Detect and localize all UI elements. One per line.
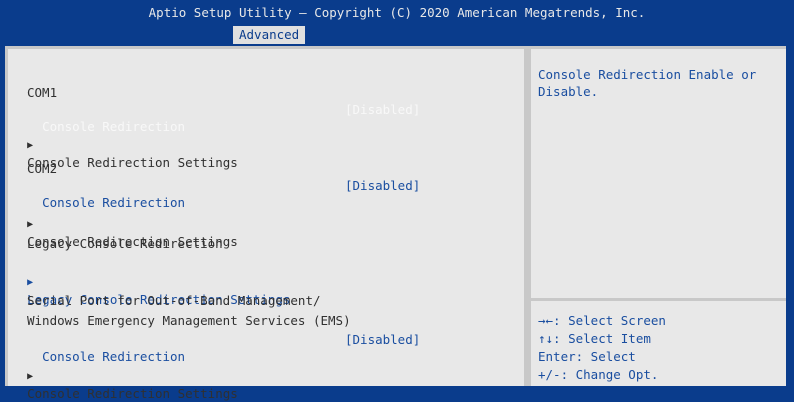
- header-bar: Aptio Setup Utility – Copyright (C) 2020…: [0, 0, 794, 46]
- com2-console-redirection-value[interactable]: [Disabled]: [345, 177, 420, 194]
- submenu-arrow-icon: ▶: [27, 140, 34, 151]
- key-hint-select-screen: →←: Select Screen: [538, 313, 666, 328]
- com2-heading: COM2: [27, 161, 58, 176]
- submenu-arrow-icon: ▶: [27, 277, 34, 288]
- com1-console-redirection-value[interactable]: [Disabled]: [345, 101, 420, 118]
- com1-heading: COM1: [27, 85, 58, 100]
- com1-settings-label: Console Redirection Settings: [27, 155, 238, 170]
- key-hint-enter: Enter: Select: [538, 349, 636, 364]
- submenu-arrow-icon: ▶: [27, 371, 34, 382]
- tab-advanced[interactable]: Advanced: [233, 26, 306, 44]
- legacy-heading: Legacy Console Redirection: [27, 236, 223, 251]
- key-hint-select-item: ↑↓: Select Item: [538, 331, 651, 346]
- com2-settings-submenu[interactable]: ▶ Console Redirection Settings: [12, 197, 238, 249]
- com1-console-redirection-item[interactable]: Console Redirection [Disabled]: [27, 101, 467, 134]
- app-title: Aptio Setup Utility – Copyright (C) 2020…: [148, 5, 646, 20]
- legacy-settings-submenu[interactable]: ▶ Legacy Console Redirection Settings: [12, 255, 290, 307]
- ems-console-redirection-value[interactable]: [Disabled]: [345, 331, 420, 348]
- submenu-arrow-icon: ▶: [27, 219, 34, 230]
- help-text: Console Redirection Enable or Disable.: [538, 67, 757, 99]
- ems-heading-line2: Windows Emergency Management Services (E…: [27, 313, 351, 328]
- ems-settings-submenu[interactable]: ▶ Console Redirection Settings: [12, 349, 238, 401]
- ems-console-redirection-item[interactable]: Console Redirection [Disabled]: [27, 331, 467, 364]
- key-hint-change-opt: +/-: Change Opt.: [538, 367, 659, 382]
- com2-console-redirection-item[interactable]: Console Redirection [Disabled]: [27, 177, 467, 210]
- ems-heading-line1: Serial Port for Out-of-Band Management/: [27, 293, 321, 308]
- com1-settings-submenu[interactable]: ▶ Console Redirection Settings: [12, 118, 238, 170]
- ems-settings-label: Console Redirection Settings: [27, 386, 238, 401]
